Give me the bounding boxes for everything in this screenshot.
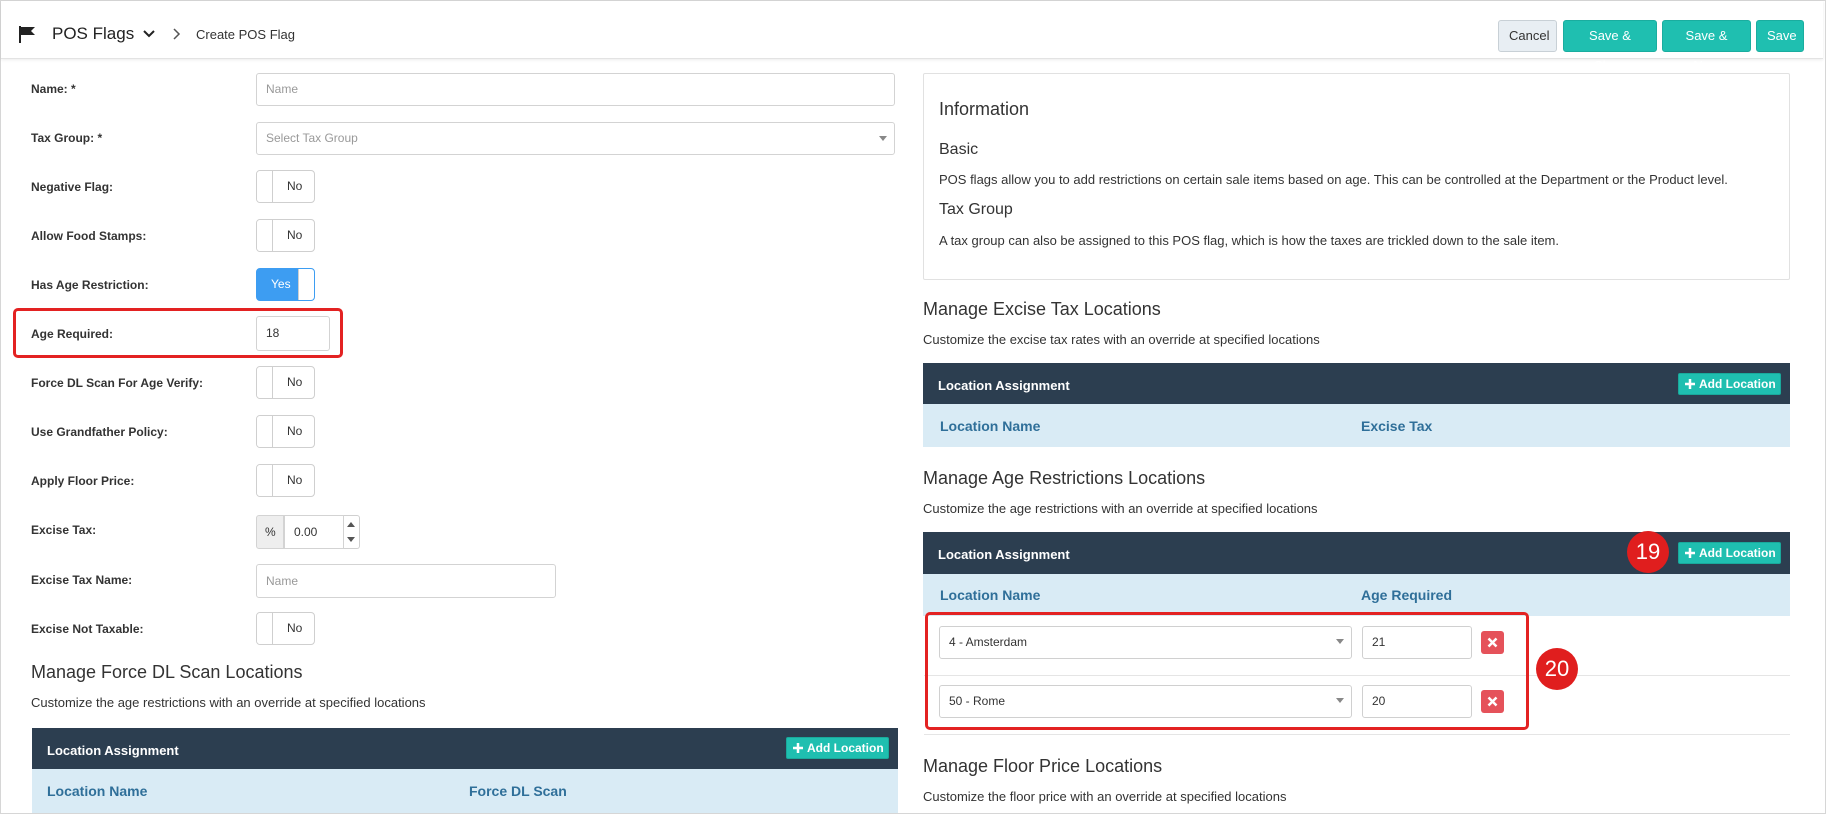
basic-text: POS flags allow you to add restrictions … bbox=[939, 172, 1728, 187]
column-location-name: Location Name bbox=[940, 587, 1041, 603]
toggle-text: No bbox=[287, 375, 303, 389]
add-location-label: Add Location bbox=[807, 741, 884, 755]
flag-icon bbox=[19, 26, 35, 43]
force-dl-label: Force DL Scan For Age Verify: bbox=[31, 376, 204, 390]
age-section-title: Manage Age Restrictions Locations bbox=[923, 468, 1206, 488]
column-location-name: Location Name bbox=[47, 783, 148, 799]
plus-icon bbox=[1685, 548, 1695, 558]
page-title[interactable]: POS Flags bbox=[52, 24, 134, 44]
add-location-button[interactable]: Add Location bbox=[1678, 542, 1781, 564]
force-dl-column-header: Location Name Force DL Scan bbox=[32, 769, 898, 813]
plus-icon bbox=[1685, 379, 1695, 389]
tax-group-select[interactable]: Select Tax Group bbox=[256, 122, 895, 155]
excise-panel-header: Location Assignment Add Location bbox=[923, 363, 1790, 404]
excise-tax-name-input[interactable]: Name bbox=[256, 564, 556, 598]
number-stepper[interactable] bbox=[344, 515, 360, 549]
panel-title: Location Assignment bbox=[47, 743, 179, 758]
name-label: Name: * bbox=[31, 82, 76, 96]
negative-flag-label: Negative Flag: bbox=[31, 180, 114, 194]
cancel-button[interactable]: Cancel bbox=[1498, 20, 1557, 52]
chevron-right-icon bbox=[173, 28, 181, 40]
plus-icon bbox=[793, 743, 803, 753]
toggle-text: No bbox=[287, 473, 303, 487]
toggle-text: No bbox=[287, 621, 303, 635]
info-title: Information bbox=[939, 99, 1030, 119]
floor-price-label: Apply Floor Price: bbox=[31, 474, 135, 488]
floor-price-toggle[interactable]: No bbox=[256, 464, 315, 497]
breadcrumb: Create POS Flag bbox=[196, 27, 295, 42]
name-input[interactable]: Name bbox=[256, 73, 895, 106]
highlight-box bbox=[13, 308, 343, 358]
tax-group-text: A tax group can also be assigned to this… bbox=[939, 233, 1560, 248]
column-age-required: Age Required bbox=[1361, 587, 1453, 603]
force-dl-section-title: Manage Force DL Scan Locations bbox=[31, 662, 303, 682]
force-dl-toggle[interactable]: No bbox=[256, 366, 315, 399]
panel-title: Location Assignment bbox=[938, 378, 1070, 393]
save-new-button[interactable]: Save & New bbox=[1662, 20, 1751, 73]
excise-tax-name-label: Excise Tax Name: bbox=[31, 573, 133, 587]
excise-section-title: Manage Excise Tax Locations bbox=[923, 299, 1161, 319]
floor-section-title: Manage Floor Price Locations bbox=[923, 756, 1163, 776]
excise-tax-input[interactable]: 0.00 bbox=[284, 515, 344, 549]
add-location-button[interactable]: Add Location bbox=[1678, 373, 1781, 395]
add-location-label: Add Location bbox=[1699, 377, 1776, 391]
excise-section-subtitle: Customize the excise tax rates with an o… bbox=[923, 332, 1320, 347]
panel-title: Location Assignment bbox=[938, 547, 1070, 562]
excise-tax-label: Excise Tax: bbox=[31, 523, 97, 537]
add-location-button[interactable]: Add Location bbox=[786, 737, 889, 759]
highlight-box bbox=[925, 612, 1529, 730]
force-dl-section-subtitle: Customize the age restrictions with an o… bbox=[31, 695, 426, 710]
information-panel: Information Basic POS flags allow you to… bbox=[923, 73, 1790, 280]
top-bar: POS Flags Create POS Flag Cancel Save & … bbox=[1, 1, 1823, 73]
excise-not-taxable-toggle[interactable]: No bbox=[256, 612, 315, 645]
annotation-badge-19: 19 bbox=[1627, 531, 1669, 573]
toggle-text: No bbox=[287, 424, 303, 438]
tax-group-label: Tax Group: * bbox=[31, 131, 103, 145]
percent-addon: % bbox=[256, 515, 284, 549]
food-stamps-label: Allow Food Stamps: bbox=[31, 229, 147, 243]
age-column-header: Location Name Age Required bbox=[923, 574, 1790, 616]
column-force-dl-scan: Force DL Scan bbox=[469, 783, 567, 799]
caret-down-icon bbox=[879, 136, 887, 141]
row-divider bbox=[924, 734, 1790, 735]
food-stamps-toggle[interactable]: No bbox=[256, 219, 315, 252]
age-restriction-toggle[interactable]: Yes bbox=[256, 268, 315, 301]
toggle-text: No bbox=[287, 228, 303, 242]
age-restriction-label: Has Age Restriction: bbox=[31, 278, 149, 292]
basic-heading: Basic bbox=[939, 141, 979, 158]
save-close-button[interactable]: Save & Close bbox=[1563, 20, 1657, 73]
toggle-text: Yes bbox=[271, 277, 291, 291]
tax-group-heading: Tax Group bbox=[939, 201, 1013, 218]
force-dl-panel-header: Location Assignment Add Location bbox=[32, 728, 898, 769]
column-location-name: Location Name bbox=[940, 418, 1041, 434]
add-location-label: Add Location bbox=[1699, 546, 1776, 560]
chevron-down-icon[interactable] bbox=[142, 27, 156, 41]
excise-not-taxable-label: Excise Not Taxable: bbox=[31, 622, 144, 636]
excise-column-header: Location Name Excise Tax bbox=[923, 404, 1790, 447]
negative-flag-toggle[interactable]: No bbox=[256, 170, 315, 203]
annotation-badge-20: 20 bbox=[1536, 648, 1578, 690]
stepper-arrows-icon bbox=[347, 522, 355, 542]
grandfather-label: Use Grandfather Policy: bbox=[31, 425, 168, 439]
age-section-subtitle: Customize the age restrictions with an o… bbox=[923, 501, 1318, 516]
floor-section-subtitle: Customize the floor price with an overri… bbox=[923, 789, 1287, 804]
toggle-text: No bbox=[287, 179, 303, 193]
column-excise-tax: Excise Tax bbox=[1361, 418, 1433, 434]
save-button[interactable]: Save bbox=[1756, 20, 1804, 52]
grandfather-toggle[interactable]: No bbox=[256, 415, 315, 448]
